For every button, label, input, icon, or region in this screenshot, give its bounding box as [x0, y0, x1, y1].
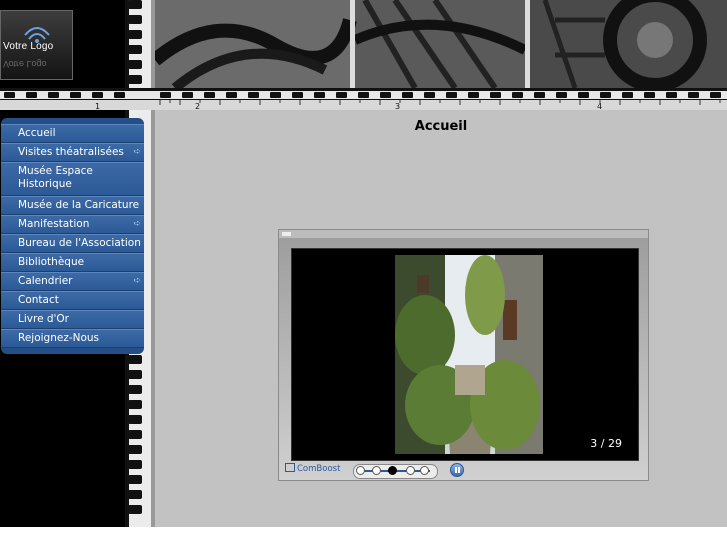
- slideshow-viewer[interactable]: 3 / 29: [291, 248, 639, 461]
- slide-pagination: [353, 464, 438, 479]
- pagination-dot[interactable]: [406, 466, 415, 475]
- menu-item-label: Musée Espace Historique: [18, 165, 93, 190]
- logo-text: Votre Logo: [3, 41, 54, 52]
- menu-item-rejoignez[interactable]: Rejoignez-Nous: [1, 329, 144, 348]
- slide-counter: 3 / 29: [590, 437, 622, 450]
- menu-item-label: Accueil: [18, 127, 56, 139]
- svg-text:2: 2: [195, 102, 200, 110]
- arrow-right-icon: ➪: [133, 147, 141, 157]
- menu-item-musee-espace[interactable]: Musée Espace Historique: [1, 162, 144, 196]
- menu-item-label: Musée de la Caricature: [18, 199, 140, 211]
- pause-button[interactable]: [450, 463, 464, 477]
- menu-item-label: Visites théatralisées: [18, 146, 124, 158]
- brand-label: ComBoost: [297, 464, 341, 474]
- menu-item-label: Calendrier: [18, 275, 73, 287]
- logo-reflection: Votre Logo: [3, 59, 47, 69]
- svg-text:3: 3: [395, 102, 400, 110]
- menu-item-bureau[interactable]: Bureau de l'Association: [1, 234, 144, 253]
- slideshow-controls: ComBoost: [279, 462, 648, 480]
- svg-text:1: 1: [95, 102, 100, 110]
- header-banner: [155, 0, 727, 88]
- menu-item-label: Bureau de l'Association: [18, 237, 141, 249]
- banner-image: [155, 0, 727, 88]
- menu-item-accueil[interactable]: Accueil: [1, 124, 144, 143]
- menu-item-label: Manifestation: [18, 218, 90, 230]
- sidebar-menu: Accueil Visites théatralisées ➪ Musée Esp…: [1, 118, 144, 354]
- svg-text:4: 4: [597, 102, 602, 110]
- menu-item-manifestation[interactable]: Manifestation ➪: [1, 215, 144, 234]
- pagination-dot[interactable]: [420, 466, 429, 475]
- slideshow-tab[interactable]: [282, 232, 291, 236]
- page-stage: Votre Logo Votre Logo 1 2 3 4 Accueil Ac…: [0, 0, 727, 527]
- menu-item-bibliotheque[interactable]: Bibliothèque: [1, 253, 144, 272]
- menu-item-visites[interactable]: Visites théatralisées ➪: [1, 143, 144, 162]
- comboost-icon: [285, 463, 295, 472]
- slideshow-widget: 3 / 29 ComBoost: [278, 229, 649, 481]
- pagination-dot[interactable]: [372, 466, 381, 475]
- slideshow-photo: [395, 255, 543, 454]
- site-logo[interactable]: Votre Logo Votre Logo: [0, 10, 73, 80]
- menu-item-label: Livre d'Or: [18, 313, 69, 325]
- film-strip-horizontal: 1 2 3 4: [0, 88, 727, 110]
- slideshow-topbar: [279, 230, 648, 238]
- menu-item-musee-caricature[interactable]: Musée de la Caricature: [1, 196, 144, 215]
- arrow-right-icon: ➪: [133, 219, 141, 229]
- menu-item-label: Bibliothèque: [18, 256, 85, 268]
- pagination-dot[interactable]: [356, 466, 365, 475]
- menu-item-livre-dor[interactable]: Livre d'Or: [1, 310, 144, 329]
- menu-item-calendrier[interactable]: Calendrier ➪: [1, 272, 144, 291]
- menu-item-label: Contact: [18, 294, 59, 306]
- menu-item-contact[interactable]: Contact: [1, 291, 144, 310]
- menu-item-label: Rejoignez-Nous: [18, 332, 100, 344]
- page-title: Accueil: [414, 119, 468, 134]
- comboost-brand[interactable]: ComBoost: [285, 463, 340, 474]
- pagination-dot-active[interactable]: [388, 466, 397, 475]
- arrow-right-icon: ➪: [133, 276, 141, 286]
